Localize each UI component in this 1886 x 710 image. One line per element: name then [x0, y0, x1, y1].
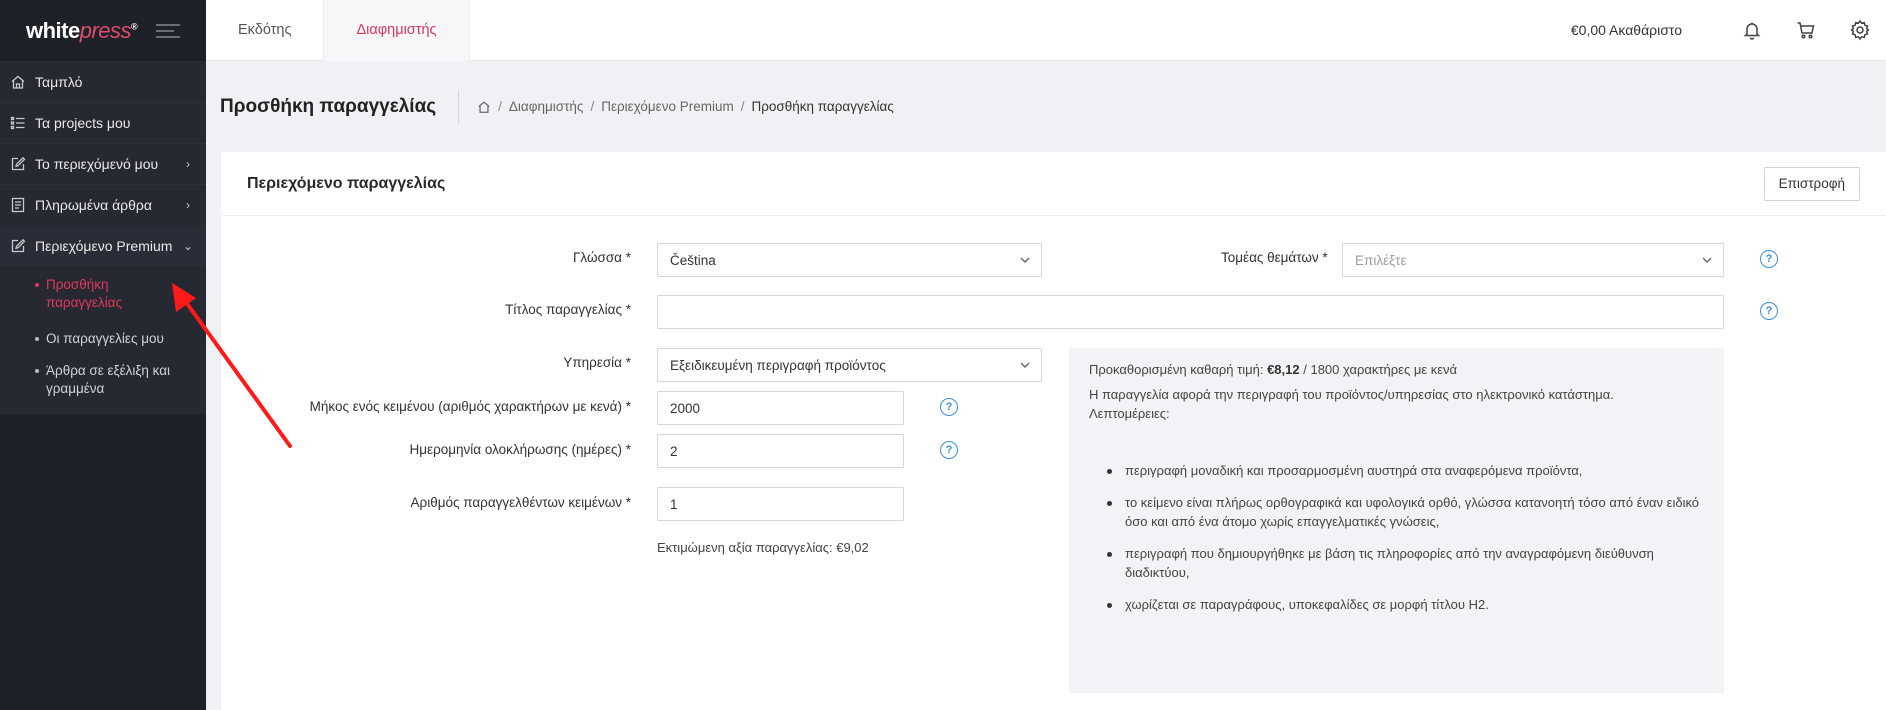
title-help-icon[interactable]: ?	[1760, 302, 1778, 320]
length-label: Μήκος ενός κειμένου (αριθμός χαρακτήρων …	[309, 399, 631, 414]
list-item: περιγραφή που δημιουργήθηκε με βάση τις …	[1107, 544, 1704, 582]
chevron-right-icon: ›	[186, 157, 190, 171]
breadcrumb-premium-content[interactable]: Περιεχόμενο Premium	[601, 99, 734, 114]
sidebar-item-projects[interactable]: Τα projects μου	[0, 102, 206, 143]
list-item: χωρίζεται σε παραγράφους, υποκεφαλίδες σ…	[1107, 595, 1704, 614]
details-list: περιγραφή μοναδική και προσαρμοσμένη αυσ…	[1089, 461, 1704, 614]
document-icon	[10, 197, 26, 213]
breadcrumb-current: Προσθήκη παραγγελίας	[751, 99, 894, 114]
order-title-input[interactable]	[657, 295, 1724, 329]
breadcrumb-separator: /	[498, 99, 502, 114]
chevron-down-icon	[1702, 257, 1712, 263]
home-icon	[10, 74, 26, 90]
text-count-label: Αριθμός παραγγελθέντων κειμένων *	[410, 495, 631, 510]
page-title: Προσθήκη παραγγελίας	[220, 89, 460, 124]
chevron-right-icon: ›	[186, 198, 190, 212]
logo[interactable]: whitepress®	[26, 18, 138, 44]
sidebar: whitepress® Ταμπλό Τα projects μου Το πε…	[0, 0, 206, 710]
submenu-item-add-order[interactable]: Προσθήκη παραγγελίας	[0, 272, 206, 316]
days-help-icon[interactable]: ?	[940, 441, 958, 459]
chevron-down-icon	[1020, 257, 1030, 263]
premium-submenu: Προσθήκη παραγγελίας Οι παραγγελίες μου …	[0, 266, 206, 414]
card-title: Περιεχόμενο παραγγελίας	[247, 174, 446, 192]
submenu-item-my-orders[interactable]: Οι παραγγελίες μου	[0, 326, 206, 352]
category-select[interactable]: Επιλέξτε	[1342, 243, 1724, 277]
sidebar-item-label: Ταμπλό	[35, 74, 83, 90]
sidebar-item-premium-content[interactable]: Περιεχόμενο Premium ⌄	[0, 225, 206, 266]
length-input[interactable]	[657, 391, 904, 425]
tab-publisher[interactable]: Εκδότης	[206, 0, 323, 61]
bell-icon[interactable]	[1740, 18, 1764, 42]
edit-icon	[10, 156, 26, 172]
topbar-actions: €0,00 Ακαθάριστο	[1571, 18, 1886, 42]
page-header: Προσθήκη παραγγελίας / Διαφημιστής / Περ…	[206, 61, 1886, 152]
submenu-item-label: Άρθρα σε εξέλιξη και γραμμένα	[46, 363, 171, 396]
gear-icon[interactable]	[1848, 18, 1872, 42]
submenu-item-label: Οι παραγγελίες μου	[46, 331, 164, 346]
sidebar-item-label: Το περιεχόμενό μου	[35, 156, 159, 172]
list-item: το κείμενο είναι πλήρως ορθογραφικά και …	[1107, 493, 1704, 531]
service-label: Υπηρεσία *	[563, 355, 631, 370]
breadcrumb-separator: /	[590, 99, 595, 114]
length-help-icon[interactable]: ?	[940, 398, 958, 416]
sidebar-item-my-content[interactable]: Το περιεχόμενό μου ›	[0, 143, 206, 184]
breadcrumb: / Διαφημιστής / Περιεχόμενο Premium / Πρ…	[477, 99, 894, 114]
submenu-item-label: Προσθήκη παραγγελίας	[46, 277, 122, 310]
category-label: Τομέας θεμάτων *	[1221, 250, 1328, 265]
sidebar-item-label: Περιεχόμενο Premium	[35, 238, 173, 254]
logo-bar: whitepress®	[0, 0, 206, 61]
sidebar-item-paid-articles[interactable]: Πληρωμένα άρθρα ›	[0, 184, 206, 225]
default-price: Προκαθορισμένη καθαρή τιμή: €8,12 / 1800…	[1089, 362, 1458, 377]
list-icon	[10, 115, 26, 131]
category-help-icon[interactable]: ?	[1760, 250, 1778, 268]
submenu-item-articles-in-progress[interactable]: Άρθρα σε εξέλιξη και γραμμένα	[0, 358, 206, 402]
details-label: Λεπτομέρειες:	[1089, 406, 1170, 421]
bullet-icon	[35, 283, 39, 287]
service-value: Εξειδικευμένη περιγραφή προϊόντος	[670, 357, 886, 373]
tab-advertiser[interactable]: Διαφημιστής	[323, 0, 470, 61]
language-label: Γλώσσα *	[573, 250, 631, 265]
language-value: Čeština	[670, 252, 716, 268]
sidebar-item-label: Πληρωμένα άρθρα	[35, 197, 152, 213]
topbar: Εκδότης Διαφημιστής €0,00 Ακαθάριστο	[206, 0, 1886, 61]
bullet-icon	[35, 369, 39, 373]
completion-days-input[interactable]	[657, 434, 904, 468]
menu-toggle-icon[interactable]	[156, 23, 180, 38]
breadcrumb-separator: /	[740, 99, 745, 114]
edit-icon	[10, 238, 26, 254]
order-title-label: Τίτλος παραγγελίας *	[505, 302, 631, 317]
service-info-box: Προκαθορισμένη καθαρή τιμή: €8,12 / 1800…	[1069, 348, 1724, 693]
service-description: Η παραγγελία αφορά την περιγραφή του προ…	[1089, 387, 1614, 402]
estimated-value: Εκτιμώμενη αξία παραγγελίας: €9,02	[657, 540, 869, 555]
sidebar-item-label: Τα projects μου	[35, 115, 131, 131]
balance[interactable]: €0,00 Ακαθάριστο	[1571, 22, 1682, 38]
list-item: περιγραφή μοναδική και προσαρμοσμένη αυσ…	[1107, 461, 1704, 480]
cart-icon[interactable]	[1794, 18, 1818, 42]
language-select[interactable]: Čeština	[657, 243, 1042, 277]
chevron-down-icon	[1020, 362, 1030, 368]
breadcrumb-advertiser[interactable]: Διαφημιστής	[509, 99, 584, 114]
completion-days-label: Ημερομηνία ολοκλήρωσης (ημέρες) *	[409, 442, 631, 457]
service-select[interactable]: Εξειδικευμένη περιγραφή προϊόντος	[657, 348, 1042, 382]
back-button[interactable]: Επιστροφή	[1763, 166, 1860, 201]
chevron-down-icon: ⌄	[182, 239, 194, 253]
card-header: Περιεχόμενο παραγγελίας Επιστροφή	[221, 152, 1886, 216]
home-icon[interactable]	[477, 100, 491, 114]
text-count-input[interactable]	[657, 487, 904, 521]
category-placeholder: Επιλέξτε	[1355, 252, 1407, 268]
bullet-icon	[35, 337, 39, 341]
sidebar-item-dashboard[interactable]: Ταμπλό	[0, 61, 206, 102]
